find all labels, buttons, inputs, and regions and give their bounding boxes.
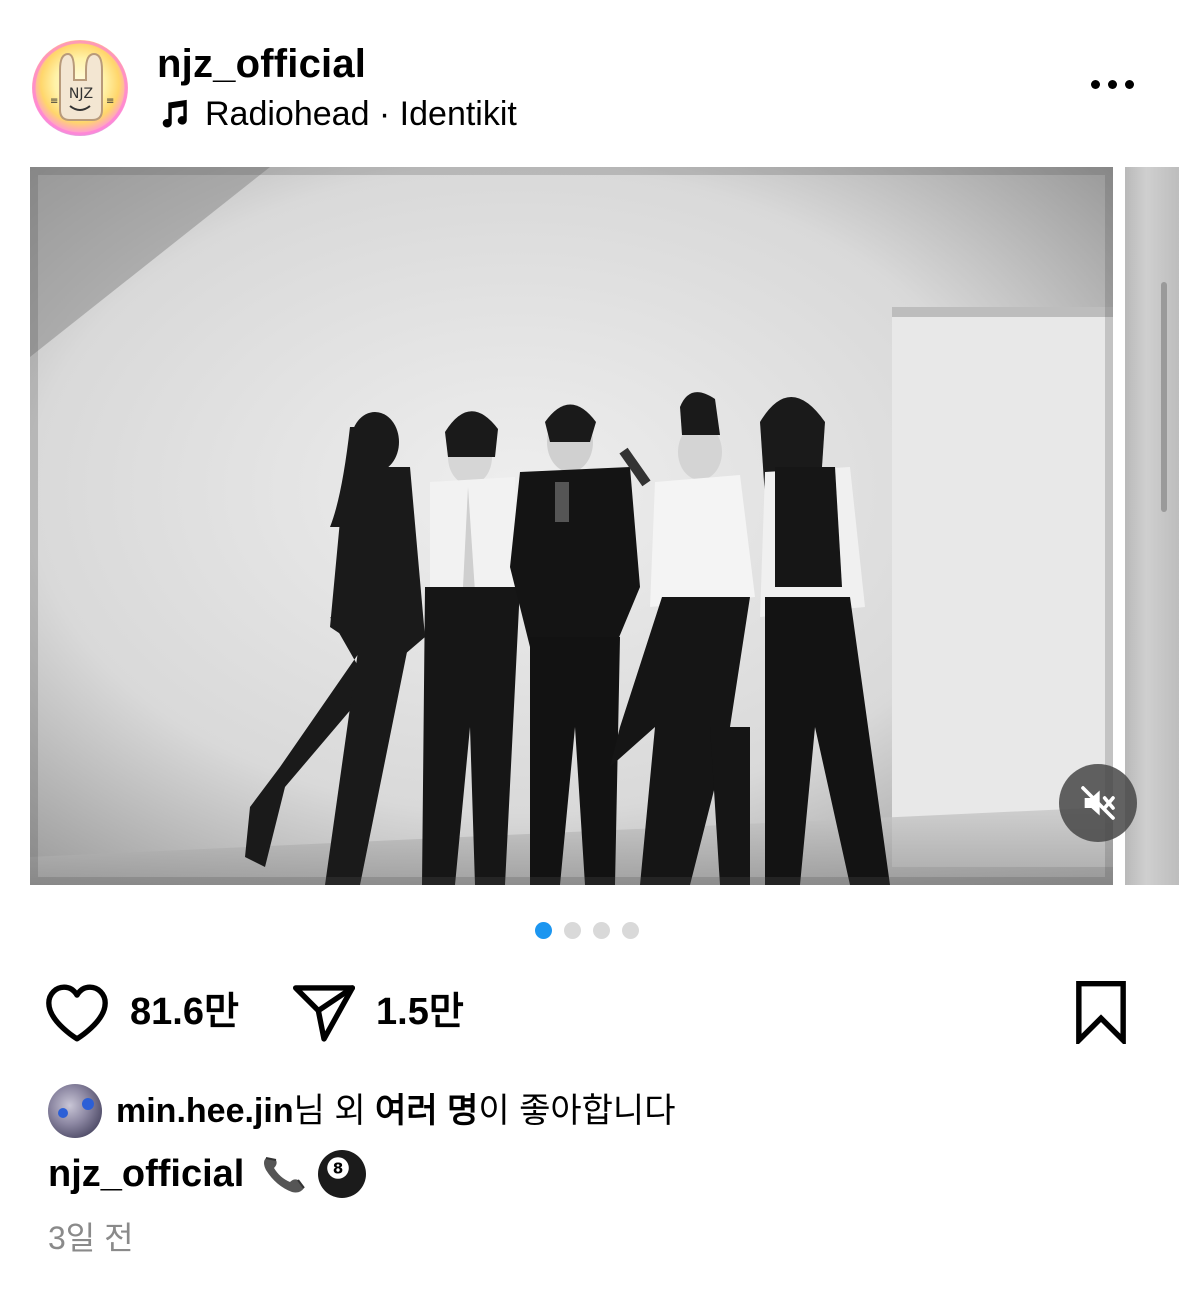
music-label: Radiohead · Identikit bbox=[205, 95, 517, 133]
telephone-receiver-emoji: 📞 bbox=[264, 1157, 306, 1193]
bookmark-icon bbox=[1076, 980, 1126, 1044]
carousel-pagination bbox=[535, 921, 639, 939]
svg-text:NJZ: NJZ bbox=[69, 86, 93, 102]
pagination-dot bbox=[593, 921, 610, 939]
liker-avatar[interactable] bbox=[48, 1084, 102, 1138]
caption-username[interactable]: njz_official bbox=[48, 1146, 244, 1202]
like-button[interactable]: 81.6만 bbox=[42, 980, 239, 1044]
group-photo-image bbox=[30, 167, 1113, 885]
post-username[interactable]: njz_official bbox=[157, 40, 366, 88]
share-count: 1.5만 bbox=[376, 991, 464, 1033]
like-count: 81.6만 bbox=[130, 991, 239, 1033]
liked-by-text: 님 외 bbox=[293, 1092, 376, 1130]
svg-text:≡: ≡ bbox=[50, 96, 58, 107]
speaker-muted-icon bbox=[1081, 786, 1115, 820]
next-photo-peek[interactable] bbox=[1125, 167, 1179, 885]
svg-text:8: 8 bbox=[333, 1160, 344, 1178]
music-attribution[interactable]: Radiohead · Identikit bbox=[157, 92, 517, 136]
heart-icon bbox=[46, 984, 108, 1042]
more-horizontal-icon bbox=[1090, 79, 1100, 89]
share-button[interactable]: 1.5만 bbox=[290, 980, 464, 1044]
profile-avatar[interactable]: NJZ ≡ ≡ bbox=[32, 40, 128, 136]
send-icon bbox=[292, 985, 356, 1042]
njz-bunny-logo-icon: NJZ ≡ ≡ bbox=[32, 40, 128, 136]
pagination-dot-active bbox=[535, 921, 552, 939]
save-button[interactable] bbox=[1073, 980, 1129, 1044]
post-timestamp: 3일 전 bbox=[48, 1220, 134, 1256]
post-photo[interactable] bbox=[30, 167, 1113, 885]
pagination-dot bbox=[622, 921, 639, 939]
liker-username[interactable]: min.hee.jin bbox=[116, 1083, 294, 1139]
pool-8-ball-emoji: 8 🎱 bbox=[318, 1150, 367, 1198]
liked-by-suffix: 이 좋아합니다 bbox=[478, 1092, 676, 1130]
post-caption: njz_official 📞 8 🎱 bbox=[48, 1146, 368, 1202]
liked-by-row[interactable]: min.hee.jin 님 외 여러 명 이 좋아합니다 bbox=[48, 1083, 675, 1139]
svg-text:≡: ≡ bbox=[106, 96, 114, 107]
music-note-icon bbox=[162, 99, 187, 128]
pagination-dot bbox=[564, 921, 581, 939]
more-options-button[interactable] bbox=[1080, 62, 1144, 106]
liked-by-others-link[interactable]: 여러 명 bbox=[375, 1083, 478, 1139]
mute-button[interactable] bbox=[1059, 764, 1137, 842]
